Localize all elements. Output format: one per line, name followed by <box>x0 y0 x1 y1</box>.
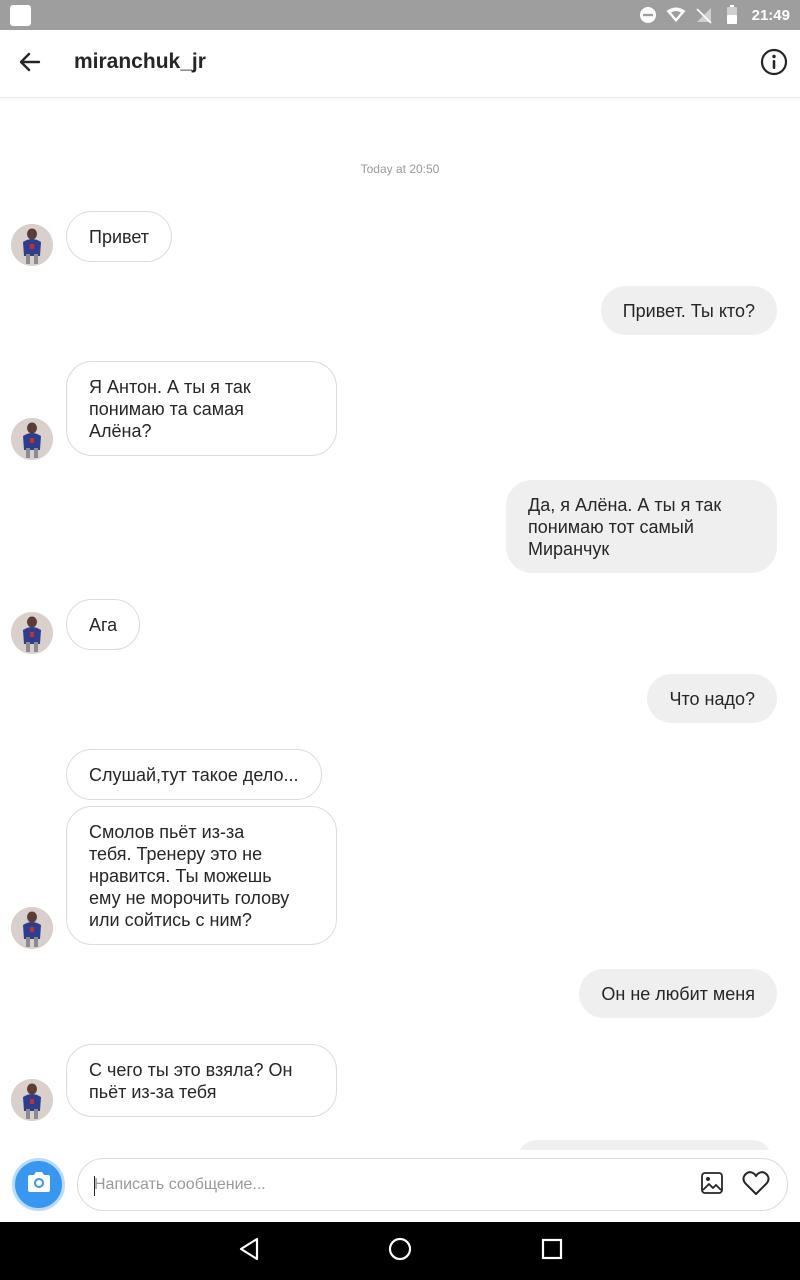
message-bubble-outgoing[interactable]: Привет. Ты кто? <box>600 286 777 335</box>
like-button[interactable] <box>741 1170 771 1201</box>
system-nav-bar <box>0 1222 800 1280</box>
back-triangle-icon <box>238 1237 260 1266</box>
home-circle-icon <box>388 1237 412 1266</box>
dnd-icon <box>638 5 658 25</box>
avatar[interactable] <box>11 1079 53 1121</box>
status-icons: 21:49 <box>638 0 790 30</box>
nav-recents-button[interactable] <box>537 1236 567 1266</box>
message-input-wrapper <box>77 1158 788 1211</box>
message-input[interactable] <box>94 1159 674 1210</box>
battery-icon <box>722 5 742 25</box>
chat-username[interactable]: miranchuk_jr <box>74 50 206 74</box>
info-icon <box>760 48 788 81</box>
camera-button[interactable] <box>12 1158 65 1211</box>
camera-icon <box>26 1171 52 1198</box>
message-bubble-outgoing[interactable]: Что надо? <box>647 674 777 723</box>
nav-home-button[interactable] <box>385 1236 415 1266</box>
status-bar: 21:49 <box>0 0 800 30</box>
message-bubble-incoming[interactable]: Привет <box>66 211 173 262</box>
avatar[interactable] <box>11 418 53 460</box>
message-bubble-outgoing[interactable]: Да, я Алёна. А ты я так понимаю тот самы… <box>506 480 777 573</box>
chat-timestamp: Today at 20:50 <box>360 162 440 176</box>
status-time: 21:49 <box>751 6 790 24</box>
no-signal-icon <box>694 5 714 25</box>
message-bubble-outgoing[interactable]: Он не любит меня <box>579 969 777 1018</box>
back-arrow-icon <box>18 50 42 79</box>
gallery-button[interactable] <box>699 1171 725 1200</box>
message-bubble-incoming[interactable]: Слушай,тут такое дело... <box>66 749 322 800</box>
avatar[interactable] <box>11 907 53 949</box>
message-bubble-incoming[interactable]: Я Антон. А ты я так понимаю та самая Алё… <box>66 361 337 456</box>
chat-header: miranchuk_jr <box>0 30 800 98</box>
notification-icon <box>10 5 31 26</box>
back-button[interactable] <box>14 48 46 80</box>
recents-square-icon <box>541 1238 563 1265</box>
nav-back-button[interactable] <box>234 1236 264 1266</box>
message-composer <box>0 1150 800 1222</box>
gallery-icon <box>700 1171 724 1200</box>
heart-icon <box>742 1170 770 1201</box>
message-bubble-incoming[interactable]: Смолов пьёт из-за тебя. Тренеру это не н… <box>66 806 337 945</box>
message-bubble-incoming[interactable]: Ага <box>66 599 141 650</box>
wifi-icon <box>666 5 686 25</box>
message-bubble-incoming[interactable]: С чего ты это взяла? Он пьёт из-за тебя <box>66 1044 337 1117</box>
info-button[interactable] <box>758 48 790 80</box>
avatar[interactable] <box>11 224 53 266</box>
avatar[interactable] <box>11 612 53 654</box>
